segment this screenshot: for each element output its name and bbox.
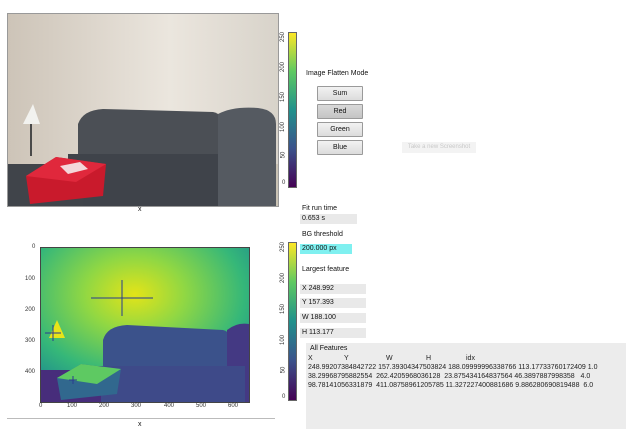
table-row: 98.78141056331879 411.08758961205785 11.…: [308, 382, 594, 389]
table-row: 38.29968795882554 262.4205968036128 23.8…: [308, 373, 591, 380]
plot-x-label: x: [138, 421, 142, 428]
bg-threshold-label: BG threshold: [302, 231, 343, 238]
largest-feature-label: Largest feature: [302, 266, 350, 273]
take-screenshot-button[interactable]: Take a new Screenshot: [402, 142, 476, 153]
plot-xtick: 500: [196, 403, 207, 409]
plot-ytick: 300: [25, 338, 36, 344]
flatten-red-button[interactable]: Red: [317, 104, 363, 119]
camera-x-label: x: [138, 206, 142, 213]
plot-xtick: 400: [164, 403, 175, 409]
largest-w-value: W 188.100: [300, 313, 366, 323]
plot-xtick: 200: [99, 403, 110, 409]
col-header-w: W: [386, 355, 393, 362]
plot-ytick: 100: [25, 276, 36, 282]
all-features-label: All Features: [310, 345, 348, 352]
plot-ytick: 0: [32, 244, 36, 250]
col-header-idx: idx: [466, 355, 475, 362]
largest-y-value: Y 157.393: [300, 298, 366, 308]
fit-run-time-label: Fit run time: [302, 205, 338, 212]
largest-x-value: X 248.992: [300, 284, 366, 294]
colorbar-bottom-tick: 0: [282, 394, 286, 400]
colorbar-bottom-tick: 150: [280, 303, 287, 315]
plot-ytick: 400: [25, 369, 36, 375]
colorbar-bottom-tick: 200: [280, 272, 287, 284]
camera-photo-icon: [8, 14, 278, 206]
plot-xtick: 300: [131, 403, 142, 409]
camera-image: [7, 13, 279, 207]
viridis-image-icon: [41, 248, 249, 402]
flatten-green-button[interactable]: Green: [317, 122, 363, 137]
colorbar-bottom: [288, 242, 297, 401]
all-features-panel: All Features X Y W H idx 248.99207384842…: [306, 343, 626, 429]
colorbar-top: [288, 32, 297, 188]
colorbar-top-tick: 250: [280, 31, 287, 43]
plot-xtick: 100: [67, 403, 78, 409]
col-header-x: X: [308, 355, 313, 362]
plot-ytick: 200: [25, 307, 36, 313]
colorbar-top-tick: 50: [280, 151, 287, 159]
plot-xtick: 600: [228, 403, 239, 409]
flatten-blue-button[interactable]: Blue: [317, 140, 363, 155]
flatten-sum-button[interactable]: Sum: [317, 86, 363, 101]
plot-xtick: 0: [39, 403, 43, 409]
colorbar-bottom-tick: 50: [280, 366, 287, 374]
col-header-y: Y: [344, 355, 349, 362]
colorbar-top-tick: 0: [282, 180, 286, 186]
colorbar-bottom-tick: 100: [280, 334, 287, 346]
bg-threshold-input[interactable]: 200.000 px: [300, 244, 352, 254]
colorbar-top-tick: 100: [280, 121, 287, 133]
col-header-h: H: [426, 355, 432, 362]
colorbar-bottom-tick: 250: [280, 241, 287, 253]
colorbar-top-tick: 200: [280, 61, 287, 73]
fit-run-time-value: 0.653 s: [300, 214, 357, 224]
largest-h-value: H 113.177: [300, 328, 366, 338]
flatten-mode-title: Image Flatten Mode: [306, 70, 369, 77]
plot-bottom-rule: [7, 418, 275, 419]
colorbar-top-tick: 150: [280, 91, 287, 103]
processed-image-plot: [40, 247, 250, 403]
table-row: 248.99207384842722 157.39304347503824 18…: [308, 364, 598, 371]
